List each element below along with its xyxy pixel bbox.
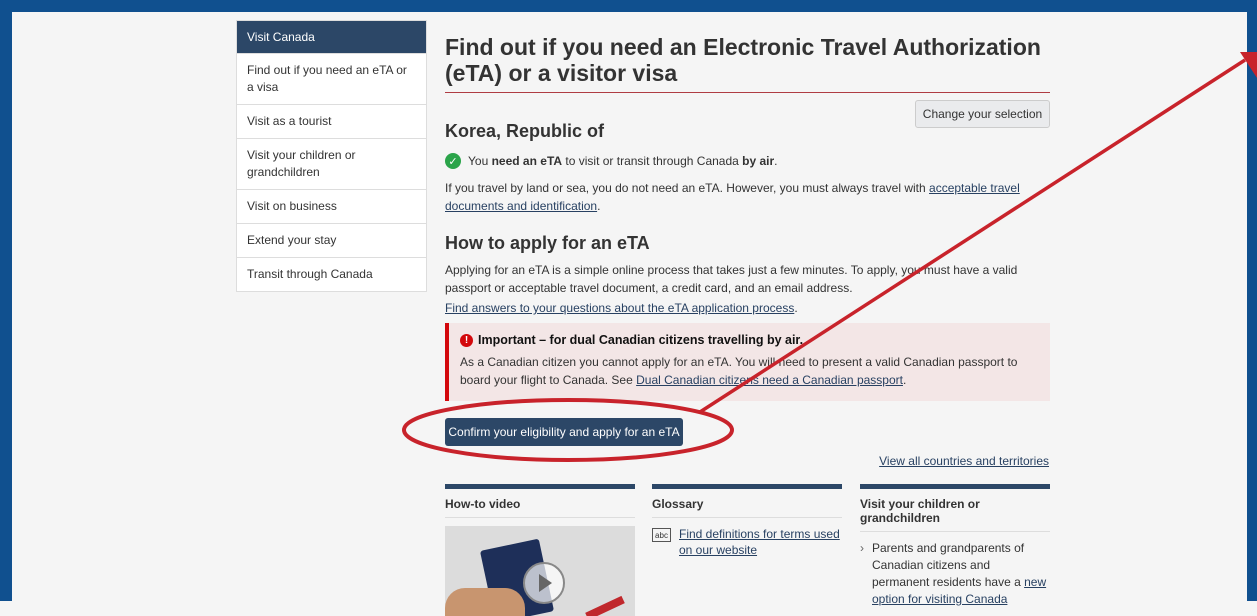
chevron-right-icon: › bbox=[860, 541, 864, 555]
sidebar-item-extend-stay[interactable]: Extend your stay bbox=[237, 223, 426, 257]
land-sea-text: If you travel by land or sea, you do not… bbox=[445, 181, 1020, 213]
sidebar-nav: Visit Canada Find out if you need an eTA… bbox=[236, 20, 427, 292]
sidebar-header[interactable]: Visit Canada bbox=[237, 21, 426, 53]
visit-card-title: Visit your children or grandchildren bbox=[860, 489, 1050, 532]
sidebar-item-tourist[interactable]: Visit as a tourist bbox=[237, 104, 426, 138]
faq-link[interactable]: Find answers to your questions about the… bbox=[445, 301, 794, 315]
faq-line: Find answers to your questions about the… bbox=[445, 301, 798, 315]
view-all-countries-link[interactable]: View all countries and territories bbox=[879, 454, 1049, 468]
requirement-text: You need an eTA to visit or transit thro… bbox=[468, 154, 778, 168]
hand-image bbox=[445, 588, 525, 616]
abc-icon: abc bbox=[652, 528, 671, 542]
dual-citizen-alert: ! Important – for dual Canadian citizens… bbox=[445, 323, 1050, 401]
alert-body: As a Canadian citizen you cannot apply f… bbox=[460, 355, 1018, 387]
window-frame-left bbox=[0, 0, 12, 601]
play-icon[interactable] bbox=[523, 562, 565, 604]
checkmark-icon: ✓ bbox=[445, 153, 461, 169]
glossary-link[interactable]: Find definitions for terms used on our w… bbox=[679, 526, 842, 558]
country-heading: Korea, Republic of bbox=[445, 121, 605, 141]
alert-title: ! Important – for dual Canadian citizens… bbox=[460, 333, 1040, 347]
apply-heading: How to apply for an eTA bbox=[445, 233, 650, 253]
plane-image bbox=[585, 595, 625, 616]
window-frame-top bbox=[0, 0, 1257, 12]
visit-text: Parents and grandparents of Canadian cit… bbox=[872, 541, 1047, 606]
sidebar-item-visit-children[interactable]: Visit your children or grandchildren bbox=[237, 138, 426, 189]
apply-text: Applying for an eTA is a simple online p… bbox=[445, 263, 1018, 295]
dual-citizen-passport-link[interactable]: Dual Canadian citizens need a Canadian p… bbox=[636, 373, 903, 387]
glossary-card: Glossary abc Find definitions for terms … bbox=[652, 484, 842, 558]
change-selection-button[interactable]: Change your selection bbox=[915, 100, 1050, 128]
visit-list-item: › Parents and grandparents of Canadian c… bbox=[860, 540, 1050, 608]
visit-children-card: Visit your children or grandchildren › P… bbox=[860, 484, 1050, 608]
main-content: Find out if you need an Electronic Trave… bbox=[445, 34, 1050, 616]
video-thumbnail[interactable] bbox=[445, 526, 635, 616]
page-title: Find out if you need an Electronic Trave… bbox=[445, 34, 1041, 86]
glossary-card-title: Glossary bbox=[652, 489, 842, 518]
sidebar-item-transit[interactable]: Transit through Canada bbox=[237, 257, 426, 291]
video-card-title: How-to video bbox=[445, 489, 635, 518]
glossary-row: abc Find definitions for terms used on o… bbox=[652, 526, 842, 558]
exclamation-icon: ! bbox=[460, 333, 473, 347]
confirm-eligibility-button[interactable]: Confirm your eligibility and apply for a… bbox=[445, 418, 683, 446]
eta-requirement-line: ✓ You need an eTA to visit or transit th… bbox=[445, 153, 778, 169]
video-card: How-to video bbox=[445, 484, 635, 616]
sidebar-item-business[interactable]: Visit on business bbox=[237, 189, 426, 223]
title-rule bbox=[445, 92, 1050, 93]
window-frame-right bbox=[1247, 0, 1257, 601]
sidebar-item-eta-or-visa[interactable]: Find out if you need an eTA or a visa bbox=[237, 53, 426, 104]
